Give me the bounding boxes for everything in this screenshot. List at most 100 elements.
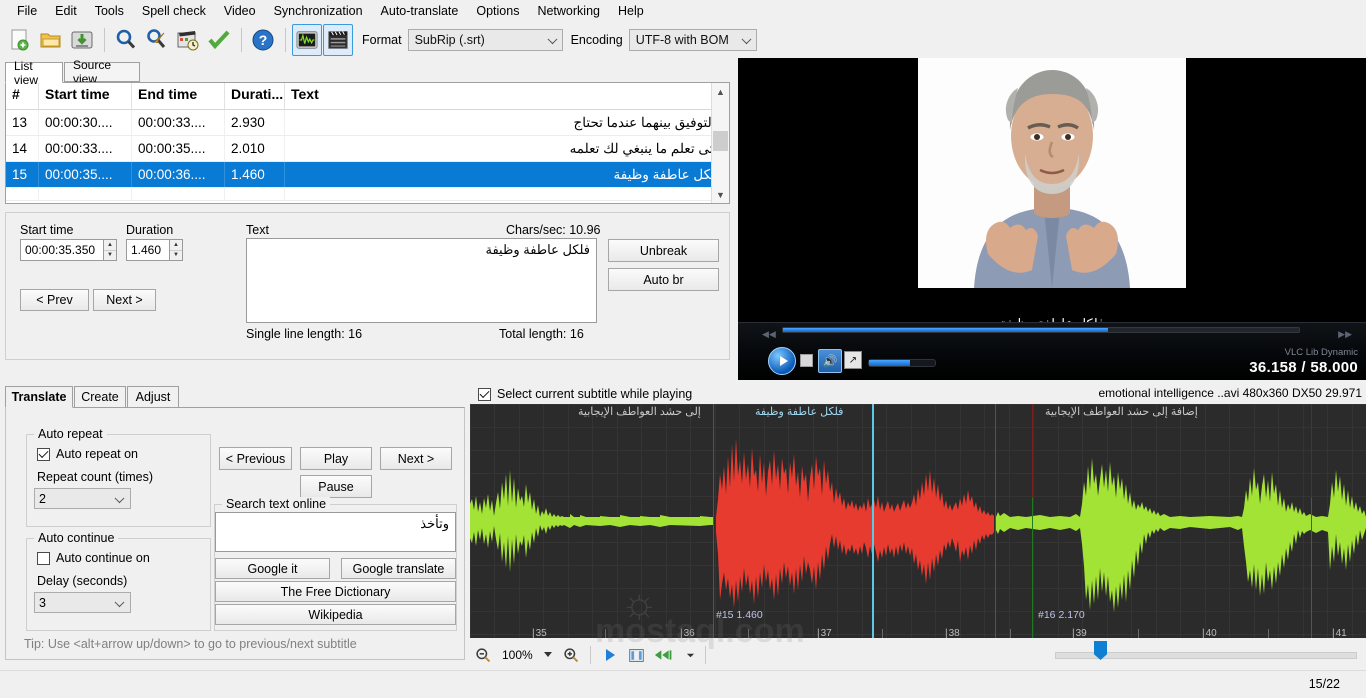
fullscreen-button[interactable]: ↗ bbox=[844, 351, 862, 369]
menu-item-options[interactable]: Options bbox=[467, 1, 528, 21]
menu-item-tools[interactable]: Tools bbox=[86, 1, 133, 21]
menu-item-help[interactable]: Help bbox=[609, 1, 653, 21]
toolbar-separator bbox=[590, 646, 591, 664]
previous-button[interactable]: < Previous bbox=[219, 447, 292, 470]
start-time-input[interactable]: 00:00:35.350 bbox=[20, 239, 104, 261]
column-duration[interactable]: Durati... bbox=[225, 83, 285, 109]
auto-continue-checkbox[interactable]: Auto continue on bbox=[37, 551, 150, 565]
tab-list-view[interactable]: List view bbox=[5, 59, 63, 87]
segment-boundary-16-start[interactable] bbox=[1032, 404, 1033, 638]
menu-item-synchronization[interactable]: Synchronization bbox=[265, 1, 372, 21]
table-row[interactable]: 14 00:00:33.... 00:00:35.... 2.010 حتى ت… bbox=[6, 136, 729, 162]
find-icon[interactable] bbox=[111, 24, 141, 56]
repeat-count-select[interactable]: 2 bbox=[34, 488, 131, 509]
duration-input[interactable]: 1.460 bbox=[126, 239, 170, 261]
tab-adjust[interactable]: Adjust bbox=[127, 386, 179, 408]
tab-translate[interactable]: Translate bbox=[5, 386, 73, 408]
waveform-display[interactable]: إلى حشد العواطف الإيجابية فلكل عاطفة وظي… bbox=[470, 404, 1366, 638]
waveform-toggle-icon[interactable] bbox=[292, 24, 322, 56]
video-player[interactable]: فلكل عاطفة وظيفة ◀◀ ▶▶ 🔊 ↗ VLC Lib Dynam… bbox=[738, 58, 1366, 380]
auto-repeat-checkbox[interactable]: Auto repeat on bbox=[37, 447, 138, 461]
format-select[interactable]: SubRip (.srt) bbox=[407, 29, 563, 51]
svg-text:?: ? bbox=[259, 32, 268, 48]
play-button[interactable] bbox=[768, 347, 796, 375]
search-text-input[interactable]: وتأخذ bbox=[215, 512, 456, 552]
next-button[interactable]: Next > bbox=[380, 447, 452, 470]
segment-boundary-start[interactable] bbox=[713, 404, 714, 638]
table-row-selected[interactable]: 15 00:00:35.... 00:00:36.... 1.460 فلكل … bbox=[6, 162, 729, 188]
cell-start: 00:00:33.... bbox=[39, 136, 132, 161]
scroll-down-icon[interactable]: ▼ bbox=[712, 186, 729, 203]
checkbox-icon[interactable] bbox=[37, 551, 50, 565]
column-text[interactable]: Text bbox=[285, 83, 729, 109]
subtitle-list[interactable]: # Start time End time Durati... Text 13 … bbox=[5, 82, 730, 204]
menu-bar: File Edit Tools Spell check Video Synchr… bbox=[0, 0, 1366, 22]
playback-cursor[interactable] bbox=[872, 404, 874, 638]
zoom-in-icon[interactable] bbox=[561, 645, 581, 665]
table-row[interactable]: 13 00:00:30.... 00:00:33.... 2.930 والتو… bbox=[6, 110, 729, 136]
time-tick-minor bbox=[748, 629, 749, 638]
sync-clapper-icon[interactable] bbox=[173, 24, 203, 56]
segment-boundary-end[interactable] bbox=[995, 404, 996, 638]
video-toggle-icon[interactable] bbox=[323, 24, 353, 56]
subtitle-text-editor[interactable]: فلكل عاطفة وظيفة bbox=[246, 238, 597, 323]
menu-item-networking[interactable]: Networking bbox=[528, 1, 609, 21]
prev-button[interactable]: < Prev bbox=[20, 289, 89, 311]
volume-button[interactable]: 🔊 bbox=[818, 349, 842, 373]
cell-end: 00:00:35.... bbox=[132, 136, 225, 161]
column-end-time[interactable]: End time bbox=[132, 83, 225, 109]
select-while-playing-checkbox[interactable]: Select current subtitle while playing bbox=[478, 387, 692, 401]
auto-br-button[interactable]: Auto br bbox=[608, 268, 719, 291]
find-replace-icon[interactable] bbox=[142, 24, 172, 56]
menu-item-auto-translate[interactable]: Auto-translate bbox=[372, 1, 468, 21]
volume-slider[interactable] bbox=[868, 359, 936, 367]
encoding-select[interactable]: UTF-8 with BOM bbox=[628, 29, 757, 51]
segment-boundary-16-end[interactable] bbox=[1311, 404, 1312, 638]
duration-stepper[interactable]: ▲ ▼ bbox=[170, 239, 183, 261]
stop-button[interactable] bbox=[800, 354, 813, 367]
start-time-stepper[interactable]: ▲ ▼ bbox=[104, 239, 117, 261]
column-number[interactable]: # bbox=[6, 83, 39, 109]
spell-check-icon[interactable] bbox=[204, 24, 234, 56]
free-dictionary-button[interactable]: The Free Dictionary bbox=[215, 581, 456, 602]
video-image bbox=[918, 58, 1186, 288]
cell-end: 00:00:36.... bbox=[132, 162, 225, 187]
fast-forward-icon[interactable] bbox=[652, 645, 678, 665]
rewind-icon[interactable]: ◀◀ bbox=[762, 329, 776, 340]
menu-item-spell-check[interactable]: Spell check bbox=[133, 1, 215, 21]
google-it-button[interactable]: Google it bbox=[215, 558, 330, 579]
play-icon[interactable] bbox=[600, 645, 620, 665]
help-icon[interactable]: ? bbox=[248, 24, 278, 56]
list-scrollbar[interactable]: ▲ ▼ bbox=[711, 83, 729, 203]
next-button[interactable]: Next > bbox=[93, 289, 156, 311]
menu-item-video[interactable]: Video bbox=[215, 1, 265, 21]
menu-item-file[interactable]: File bbox=[8, 1, 46, 21]
table-row-partial[interactable] bbox=[6, 188, 729, 201]
pause-button[interactable]: Pause bbox=[300, 475, 372, 498]
chevron-down-icon[interactable] bbox=[684, 645, 696, 665]
zoom-out-icon[interactable] bbox=[473, 645, 493, 665]
zoom-level-select[interactable]: 100% bbox=[496, 645, 558, 665]
checkbox-icon[interactable] bbox=[37, 447, 50, 461]
cell-duration: 1.460 bbox=[225, 162, 285, 187]
tab-source-view[interactable]: Source view bbox=[64, 58, 140, 86]
video-seek-bar[interactable] bbox=[782, 327, 1300, 333]
unbreak-button[interactable]: Unbreak bbox=[608, 239, 719, 262]
open-folder-icon[interactable] bbox=[36, 24, 66, 56]
google-translate-button[interactable]: Google translate bbox=[341, 558, 456, 579]
play-button[interactable]: Play bbox=[300, 447, 372, 470]
forward-icon[interactable]: ▶▶ bbox=[1338, 329, 1352, 340]
tab-create[interactable]: Create bbox=[74, 386, 126, 408]
menu-item-edit[interactable]: Edit bbox=[46, 1, 86, 21]
scrollbar-thumb[interactable] bbox=[713, 131, 728, 151]
auto-continue-label: Auto continue on bbox=[56, 551, 150, 565]
save-download-icon[interactable] bbox=[67, 24, 97, 56]
column-start-time[interactable]: Start time bbox=[39, 83, 132, 109]
scroll-up-icon[interactable]: ▲ bbox=[712, 83, 729, 100]
auto-repeat-group-label: Auto repeat bbox=[34, 427, 107, 441]
checkbox-icon[interactable] bbox=[478, 387, 491, 401]
delay-select[interactable]: 3 bbox=[34, 592, 131, 613]
wikipedia-button[interactable]: Wikipedia bbox=[215, 604, 456, 625]
new-file-icon[interactable] bbox=[5, 24, 35, 56]
split-view-icon[interactable] bbox=[626, 645, 646, 665]
